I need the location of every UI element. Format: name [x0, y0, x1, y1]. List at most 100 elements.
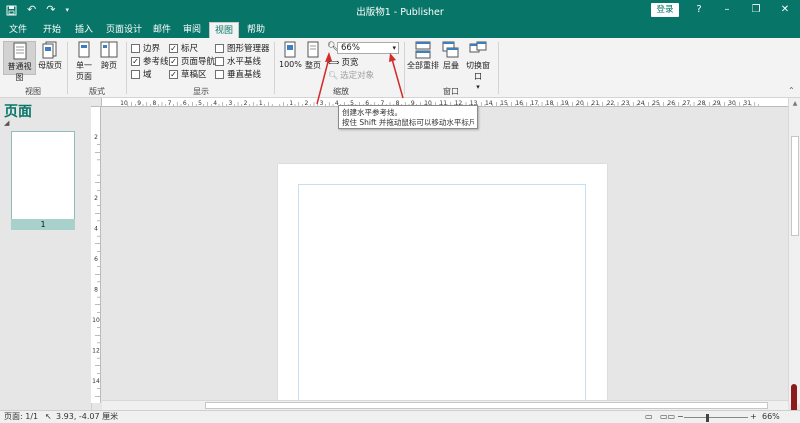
ruler-tooltip: 创建水平参考线。 按住 Shift 并拖动鼠标可以移动水平标尺 — [338, 105, 478, 129]
zoom-slider-track[interactable] — [684, 417, 748, 418]
tab-file[interactable]: 文件 — [4, 22, 32, 38]
scratch-area-checkbox[interactable]: ✓ 草稿区 — [169, 68, 207, 80]
ruler-label: 4 — [94, 226, 98, 233]
fields-checkbox[interactable]: 域 — [131, 68, 152, 80]
ruler-label: 15 — [500, 100, 508, 107]
rulers-checkbox[interactable]: ✓ 标尺 — [169, 42, 198, 54]
ruler-label: 5 — [198, 100, 202, 107]
ruler-label: 1 — [289, 100, 293, 107]
ruler-label: 10 — [92, 317, 100, 324]
minimize-icon[interactable]: – — [720, 2, 734, 18]
ruler-label: 16 — [515, 100, 523, 107]
vertical-scrollbar[interactable]: ▲ — [788, 98, 800, 404]
status-zoom-level[interactable]: 66% — [762, 411, 780, 423]
ruler-label: 6 — [94, 256, 98, 263]
single-page-view-icon[interactable]: ▭ — [645, 411, 653, 423]
collapse-ribbon-icon[interactable]: ⌃ — [788, 86, 795, 95]
pages-pane-title: 页面 — [4, 104, 32, 120]
boundaries-checkbox[interactable]: 边界 — [131, 42, 160, 54]
ruler-label: 31 — [743, 100, 751, 107]
graphics-manager-label: 图形管理器 — [227, 44, 270, 54]
switch-windows-button[interactable]: 切换窗口 ▾ — [463, 41, 493, 91]
guides-label: 参考线 — [143, 57, 169, 67]
spread-button[interactable]: 跨页 — [98, 41, 120, 75]
tab-review[interactable]: 审阅 — [178, 22, 206, 38]
horizontal-scrollbar[interactable] — [102, 400, 788, 410]
horizontal-baseline-label: 水平基线 — [227, 57, 262, 67]
tab-help[interactable]: 帮助 — [242, 22, 270, 38]
ruler-label: 14 — [92, 378, 100, 385]
collapse-pane-icon[interactable]: ◢ — [4, 119, 9, 127]
guides-checkbox[interactable]: ✓ 参考线 — [131, 55, 169, 67]
vertical-baseline-checkbox[interactable]: 垂直基线 — [215, 68, 261, 80]
vertical-ruler-ticks: 2 2 4 6 8 10 12 14 — [92, 134, 100, 397]
tooltip-line-2: 按住 Shift 并拖动鼠标可以移动水平标尺 — [342, 118, 474, 127]
restore-icon[interactable]: ❐ — [749, 2, 763, 18]
zoom-100-label: 100% — [279, 60, 302, 69]
scratch-area-label: 草稿区 — [181, 70, 207, 80]
zoom-out-icon[interactable]: − — [677, 411, 684, 423]
cursor-icon: ↖ — [45, 412, 52, 421]
ruler-label: 1 — [259, 100, 263, 107]
red-arrowhead — [325, 52, 332, 62]
annotation-arrows — [316, 52, 404, 105]
ruler-label: 25 — [652, 100, 660, 107]
single-page-button[interactable]: 单一 页面 — [72, 41, 96, 83]
vertical-ruler[interactable]: 2 2 4 6 8 10 12 14 — [91, 107, 101, 403]
login-button[interactable]: 登录 — [651, 3, 679, 17]
ruler-label: 28 — [698, 100, 706, 107]
graphics-manager-checkbox[interactable]: 图形管理器 — [215, 42, 270, 54]
ruler-label: 19 — [561, 100, 569, 107]
horizontal-baseline-checkbox[interactable]: 水平基线 — [215, 55, 261, 67]
tab-mailings[interactable]: 邮件 — [148, 22, 176, 38]
views-group-label: 视图 — [25, 87, 41, 96]
arrange-all-button[interactable]: 全部重排 — [407, 41, 439, 75]
ruler-label: 12 — [92, 348, 100, 355]
tab-home[interactable]: 开始 — [38, 22, 66, 38]
tab-insert[interactable]: 插入 — [70, 22, 98, 38]
page-thumbnail[interactable] — [11, 131, 75, 229]
boundaries-label: 边界 — [143, 44, 161, 54]
master-page-button[interactable]: 母版页 — [37, 41, 63, 75]
checkbox-box — [131, 43, 140, 53]
cursor-position: 3.93, -4.07 厘米 — [56, 412, 119, 421]
page-indicator[interactable]: 页面: 1/1 — [4, 411, 38, 423]
ruler-label: 14 — [485, 100, 493, 107]
ruler-label: 17 — [531, 100, 539, 107]
arrange-all-icon — [415, 41, 431, 59]
horizontal-scroll-thumb[interactable] — [205, 402, 768, 409]
cascade-button[interactable]: 层叠 — [441, 41, 461, 75]
document-canvas[interactable] — [102, 108, 788, 400]
help-button[interactable]: ? — [692, 2, 706, 18]
page-navigation-label: 页面导航 — [181, 57, 216, 67]
rulers-label: 标尺 — [181, 44, 199, 54]
spread-label: 跨页 — [101, 61, 117, 70]
close-icon[interactable]: ✕ — [778, 2, 792, 18]
zoom-in-icon[interactable]: + — [750, 411, 757, 423]
publication-page[interactable] — [278, 164, 607, 400]
group-separator — [126, 42, 127, 94]
fields-label: 域 — [143, 70, 152, 80]
single-page-label-2: 页面 — [76, 72, 92, 81]
tab-view[interactable]: 视图 — [209, 22, 239, 38]
normal-view-button[interactable]: 普通视图 — [3, 41, 36, 82]
master-page-icon — [42, 41, 57, 59]
scroll-up-icon[interactable]: ▲ — [790, 100, 800, 107]
check-icon: ✓ — [131, 56, 140, 66]
ruler-label: 29 — [713, 100, 721, 107]
cascade-icon — [442, 41, 459, 58]
checkbox-box — [215, 69, 224, 79]
page-navigation-checkbox[interactable]: ✓ 页面导航 — [169, 55, 215, 67]
zoom-slider-thumb[interactable] — [706, 414, 709, 422]
red-arrowhead — [389, 53, 396, 62]
ruler-label: 2 — [94, 134, 98, 141]
cascade-label: 层叠 — [443, 61, 459, 70]
ruler-corner[interactable] — [91, 98, 102, 107]
vertical-scroll-thumb[interactable] — [791, 136, 799, 236]
zoom-100-button[interactable]: 100% — [279, 41, 302, 75]
page-thumbnail-number: 1 — [11, 219, 75, 230]
tab-page-design[interactable]: 页面设计 — [102, 22, 146, 38]
two-page-view-icon[interactable]: ▭▭ — [660, 411, 675, 423]
tooltip-line-1: 创建水平参考线。 — [342, 108, 402, 117]
red-arrow-left — [316, 57, 330, 105]
